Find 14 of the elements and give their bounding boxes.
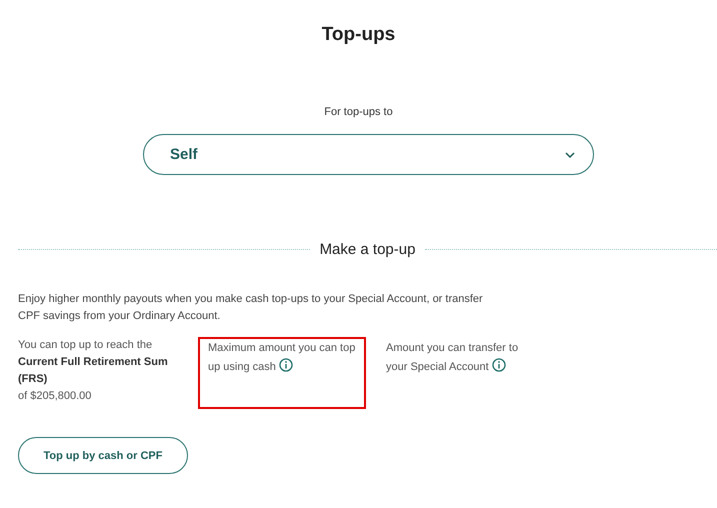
frs-amount: of $205,800.00 <box>18 389 92 404</box>
section-heading: Make a top-up <box>320 241 416 258</box>
frs-lead: You can top up to reach the <box>18 338 154 353</box>
info-icon[interactable] <box>492 358 506 372</box>
recipient-dropdown[interactable]: Self <box>143 134 594 175</box>
page-title: Top-ups <box>320 24 396 46</box>
field-label: For top-ups to <box>323 106 394 118</box>
chevron-down-icon <box>565 152 575 158</box>
limit-text: Amount you can transfer to your Special Account <box>386 342 518 373</box>
limit-text: Maximum amount you can top up using cash <box>208 342 356 373</box>
intro-text: Enjoy higher monthly payouts when you make cash top-ups to your Special Account, or transfer CPF savings from your Ordinary Account. <box>18 292 484 324</box>
info-icon[interactable] <box>278 358 293 372</box>
top-up-button[interactable]: Top up by cash or CPF <box>18 437 188 474</box>
frs-name: Current Full Retirement Sum (FRS) <box>18 355 169 387</box>
